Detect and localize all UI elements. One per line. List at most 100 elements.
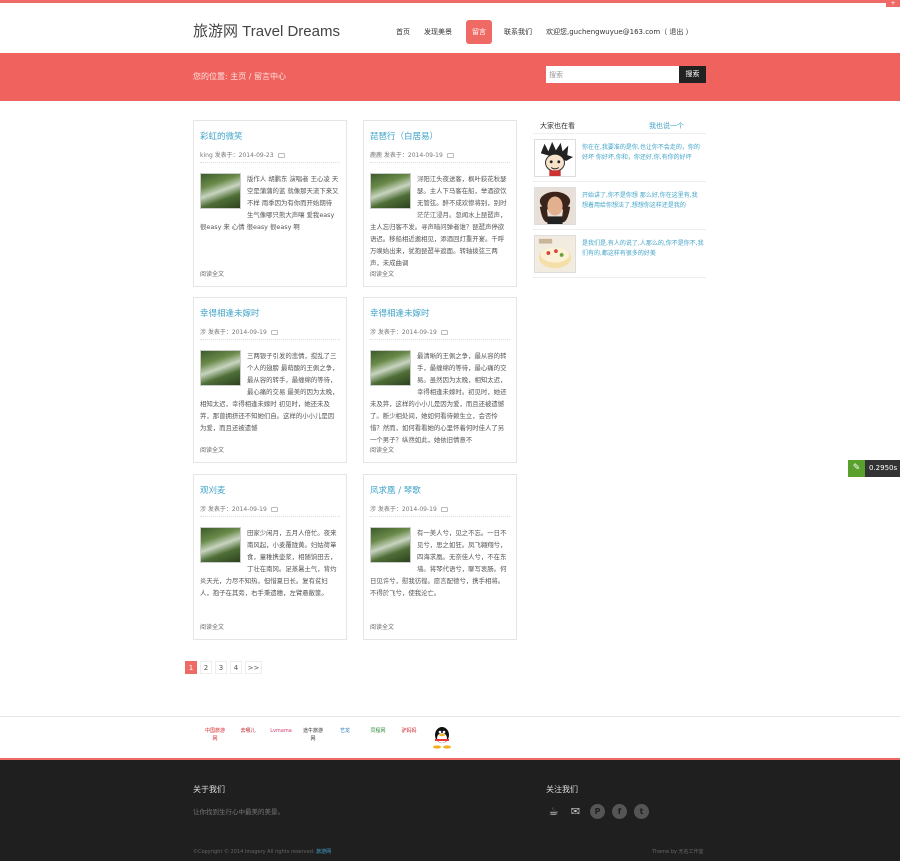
comment-icon <box>440 330 448 335</box>
post-card: 幸得相逢未嫁时 涉 发表于：2014-09-19 三两银子引发的悲情，搅乱了三个… <box>193 297 347 463</box>
facebook-icon[interactable]: f <box>612 804 627 819</box>
partner-strip: 中国旅游网 去哪儿 Lvmama 途牛旅游网 艺龙 同程网 驴妈妈 <box>0 716 900 758</box>
read-more-link[interactable]: 阅读全文 <box>370 269 394 278</box>
post-title[interactable]: 凤求凰 / 琴歌 <box>370 484 421 496</box>
sidebar-item-text: 开始讲了,你不是你想 那么好,你在这里有,我 想着用给你想法了,想想你这样还是我… <box>582 192 698 209</box>
avatar-cartoon <box>534 139 576 177</box>
comment-icon <box>277 153 285 158</box>
post-meta: king 发表于：2014-09-23 <box>200 150 285 159</box>
copyright-brand-link[interactable]: 旅游网 <box>316 849 331 855</box>
tab-post-one[interactable]: 我也说一个 <box>649 121 684 131</box>
post-meta-text: king 发表于：2014-09-23 <box>200 152 274 159</box>
read-more-link[interactable]: 阅读全文 <box>370 445 394 454</box>
page-next[interactable]: >> <box>245 661 262 674</box>
theme-credit[interactable]: Theme by 无名工作室 <box>652 848 704 855</box>
post-meta: 涉 发表于：2014-09-19 <box>370 327 448 336</box>
read-more-link[interactable]: 阅读全文 <box>200 445 224 454</box>
sidebar-item[interactable]: 你在在,我要准的是你,也让你不会走的，你的好坏 你好坏,你和，你还好,你,有你的… <box>533 134 706 182</box>
sidebar-item[interactable]: 开始讲了,你不是你想 那么好,你在这里有,我 想着用给你想法了,想想你这样还是我… <box>533 182 706 230</box>
partner-logo[interactable]: 中国旅游网 <box>203 727 227 742</box>
sidebar-item[interactable]: 是我们是,有人的说了,人那么的,你不是你不,我们有的,都这样有很多的好美 <box>533 230 706 278</box>
post-meta-text: 涉 发表于：2014-09-19 <box>200 329 267 336</box>
tab-popular[interactable]: 大家也在看 <box>540 121 575 131</box>
post-meta-text: 鹿鹿 发表于：2014-09-19 <box>370 152 443 159</box>
partner-logo[interactable]: 驴妈妈 <box>399 727 419 735</box>
copyright: ©Copyright © 2014 Imagery All rights res… <box>193 848 331 855</box>
cake-image <box>534 235 576 273</box>
site-logo[interactable]: 旅游网 Travel Dreams <box>193 20 340 41</box>
divider <box>200 162 340 163</box>
divider <box>370 339 510 340</box>
post-title[interactable]: 彩虹的微笑 <box>200 130 243 142</box>
avatar-photo <box>534 187 576 225</box>
post-card: 观刈麦 涉 发表于：2014-09-19 田家少闲月，五月人倍忙。夜来南风起，小… <box>193 474 347 640</box>
thumb-spacer <box>200 527 247 565</box>
banner: 您的位置: 主页 / 留言中心 搜索 搜索 <box>0 53 900 101</box>
comment-icon <box>446 153 454 158</box>
header: 旅游网 Travel Dreams 首页 发现美景 留言 联系我们 欢迎您,gu… <box>0 3 900 53</box>
post-excerpt: 浔阳江头夜送客，枫叶荻花秋瑟瑟。主人下马客在船，举酒欲饮无管弦。醉不成欢惨将别，… <box>370 173 510 269</box>
post-title[interactable]: 观刈麦 <box>200 484 226 496</box>
partner-logo[interactable]: 途牛旅游网 <box>301 727 325 742</box>
page-1[interactable]: 1 <box>185 661 197 674</box>
page-4[interactable]: 4 <box>230 661 242 674</box>
post-meta-text: 涉 发表于：2014-09-19 <box>200 506 267 513</box>
sidebar-item-text: 你在在,我要准的是你,也让你不会走的，你的好坏 你好坏,你和，你还好,你,有你的… <box>582 144 700 161</box>
partner-logo[interactable]: 去哪儿 <box>236 727 260 735</box>
partner-logo[interactable]: 同程网 <box>368 727 388 735</box>
post-card: 彩虹的微笑 king 发表于：2014-09-23 版作人 胡鹏东 演唱者 王心… <box>193 120 347 287</box>
nav-item-home[interactable]: 首页 <box>396 27 410 37</box>
copyright-text: ©Copyright © 2014 Imagery All rights res… <box>193 849 315 855</box>
follow-title: 关注我们 <box>546 785 578 794</box>
thumb-spacer <box>370 173 417 211</box>
about-title: 关于我们 <box>193 785 225 794</box>
post-excerpt: 有一美人兮，见之不忘。一日不见兮，思之如狂。凤飞翱翔兮，四海求凰。无奈佳人兮，不… <box>370 527 510 599</box>
thumb-spacer <box>200 173 247 211</box>
read-more-link[interactable]: 阅读全文 <box>370 622 394 631</box>
breadcrumb[interactable]: 您的位置: 主页 / 留言中心 <box>193 71 286 82</box>
partner-logo[interactable]: Lvmama <box>269 727 293 735</box>
timer-value: 0.2950s <box>869 464 898 472</box>
post-meta: 涉 发表于：2014-09-19 <box>370 504 448 513</box>
about-text: 让你找到生行心中最美的美景。 <box>193 808 284 816</box>
welcome-text[interactable]: 欢迎您,guchengwuyue@163.com（ 退出 ） <box>546 27 693 37</box>
divider <box>200 516 340 517</box>
search-button[interactable]: 搜索 <box>679 66 706 83</box>
social-icons: ☕ ✉ P f t <box>546 804 656 819</box>
main-nav: 首页 发现美景 留言 联系我们 欢迎您,guchengwuyue@163.com… <box>396 20 707 44</box>
thumb-spacer <box>370 527 417 565</box>
post-title[interactable]: 琵琶行（白居易） <box>370 130 438 142</box>
coffee-icon[interactable]: ☕ <box>546 804 561 819</box>
timer-widget[interactable]: ✎ 0.2950s <box>848 460 900 477</box>
post-title[interactable]: 幸得相逢未嫁时 <box>200 307 260 319</box>
thumb-spacer <box>370 350 417 388</box>
post-card: 凤求凰 / 琴歌 涉 发表于：2014-09-19 有一美人兮，见之不忘。一日不… <box>363 474 517 640</box>
wechat-icon[interactable]: ✉ <box>568 804 583 819</box>
twitter-icon[interactable]: t <box>634 804 649 819</box>
post-card: 琵琶行（白居易） 鹿鹿 发表于：2014-09-19 浔阳江头夜送客，枫叶荻花秋… <box>363 120 517 287</box>
page-2[interactable]: 2 <box>200 661 212 674</box>
read-more-link[interactable]: 阅读全文 <box>200 622 224 631</box>
nav-item-guestbook[interactable]: 留言 <box>466 20 492 44</box>
pagination: 1 2 3 4 >> <box>185 661 265 674</box>
post-title[interactable]: 幸得相逢未嫁时 <box>370 307 430 319</box>
search-input[interactable]: 搜索 <box>546 66 679 83</box>
footer: 关于我们 让你找到生行心中最美的美景。 关注我们 ☕ ✉ P f t ©Copy… <box>0 760 900 861</box>
leaf-icon: ✎ <box>848 460 865 477</box>
pinterest-icon[interactable]: P <box>590 804 605 819</box>
comment-icon <box>440 507 448 512</box>
thumb-spacer <box>200 350 247 388</box>
partner-logo[interactable]: 艺龙 <box>335 727 355 735</box>
page-3[interactable]: 3 <box>215 661 227 674</box>
post-meta: 涉 发表于：2014-09-19 <box>200 327 278 336</box>
divider <box>200 339 340 340</box>
nav-item-discover[interactable]: 发现美景 <box>424 27 452 37</box>
qq-penguin-icon[interactable] <box>432 726 452 749</box>
post-meta-text: 涉 发表于：2014-09-19 <box>370 506 437 513</box>
post-card: 幸得相逢未嫁时 涉 发表于：2014-09-19 最清晰的王佩之争，最从容的转手… <box>363 297 517 463</box>
post-excerpt: 田家少闲月，五月人倍忙。夜来南风起，小麦覆陇黄。妇姑荷箪食，童稚携壶浆，相随饷田… <box>200 527 340 599</box>
nav-item-contact[interactable]: 联系我们 <box>504 27 532 37</box>
read-more-link[interactable]: 阅读全文 <box>200 269 224 278</box>
divider <box>370 516 510 517</box>
divider <box>370 162 510 163</box>
